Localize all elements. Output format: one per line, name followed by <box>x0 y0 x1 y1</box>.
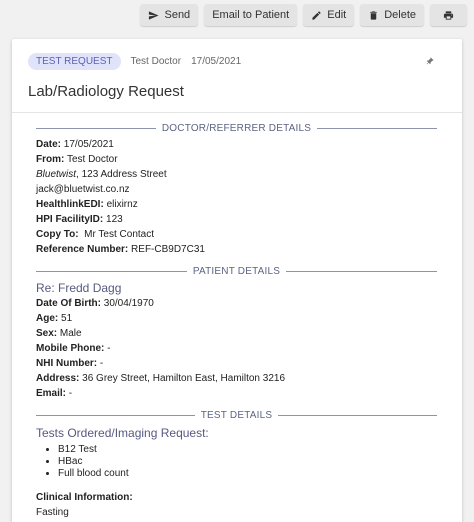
page-title: Lab/Radiology Request <box>28 83 184 100</box>
delete-button-label: Delete <box>384 9 416 21</box>
doctor-section: DOCTOR/REFERRER DETAILS Date: 17/05/2021… <box>36 123 437 257</box>
healthlink-row: HealthlinkEDI: elixirnz <box>36 199 138 210</box>
trash-icon <box>370 10 377 20</box>
list-item: HBac <box>58 456 437 468</box>
from-row: From: Test Doctor <box>36 154 118 165</box>
send-icon <box>149 10 160 20</box>
print-button[interactable] <box>430 4 467 26</box>
toolbar: Send Email to Patient Edit Delete <box>140 4 467 26</box>
dob-row: Date Of Birth: 30/04/1970 <box>36 298 154 309</box>
request-date: 17/05/2021 <box>191 56 242 67</box>
sex-row: Sex: Male <box>36 328 82 339</box>
patient-section: PATIENT DETAILS Re: Fredd Dagg Date Of B… <box>36 266 437 401</box>
pin-button[interactable] <box>425 55 434 69</box>
request-card: TEST REQUEST Test Doctor 17/05/2021 Lab/… <box>12 39 462 522</box>
hpi-row: HPI FacilityID: 123 <box>36 214 123 225</box>
tests-list: B12 Test HBac Full blood count <box>36 444 437 480</box>
clinical-info-value: Fasting <box>36 507 69 518</box>
type-badge: TEST REQUEST <box>28 53 121 70</box>
patient-section-title: PATIENT DETAILS <box>36 266 437 277</box>
author-name: Test Doctor <box>130 56 182 67</box>
practice-row: Bluetwist, 123 Address Street <box>36 169 167 180</box>
reference-row: Reference Number: REF-CB9D7C31 <box>36 244 205 255</box>
send-button[interactable]: Send <box>140 4 199 26</box>
tests-section-title: TEST DETAILS <box>36 410 437 421</box>
nhi-row: NHI Number: - <box>36 358 104 369</box>
copy-to-row: Copy To: Mr Test Contact <box>36 229 154 240</box>
address-row: Address: 36 Grey Street, Hamilton East, … <box>36 373 286 384</box>
doctor-section-title: DOCTOR/REFERRER DETAILS <box>36 123 437 134</box>
clinical-info-label: Clinical Information: <box>36 492 133 503</box>
date-row: Date: 17/05/2021 <box>36 139 114 150</box>
email-row: jack@bluetwist.co.nz <box>36 184 130 195</box>
patient-name: Re: Fredd Dagg <box>36 281 122 295</box>
list-item: Full blood count <box>58 468 437 480</box>
mobile-row: Mobile Phone: - <box>36 343 111 354</box>
edit-button[interactable]: Edit <box>303 4 355 26</box>
printer-icon <box>443 10 454 20</box>
header-divider <box>12 112 462 113</box>
email-to-patient-button[interactable]: Email to Patient <box>204 4 298 26</box>
send-button-label: Send <box>164 9 191 21</box>
pin-icon <box>426 57 434 65</box>
email-button-label: Email to Patient <box>212 9 290 21</box>
delete-button[interactable]: Delete <box>360 4 424 26</box>
edit-button-label: Edit <box>327 9 347 21</box>
tests-ordered-heading: Tests Ordered/Imaging Request: <box>36 426 209 440</box>
patient-email-row: Email: - <box>36 388 73 399</box>
pencil-icon <box>312 10 321 20</box>
age-row: Age: 51 <box>36 313 73 324</box>
tests-section: TEST DETAILS Tests Ordered/Imaging Reque… <box>36 410 437 520</box>
card-header: TEST REQUEST Test Doctor 17/05/2021 <box>28 53 241 70</box>
list-item: B12 Test <box>58 444 437 456</box>
